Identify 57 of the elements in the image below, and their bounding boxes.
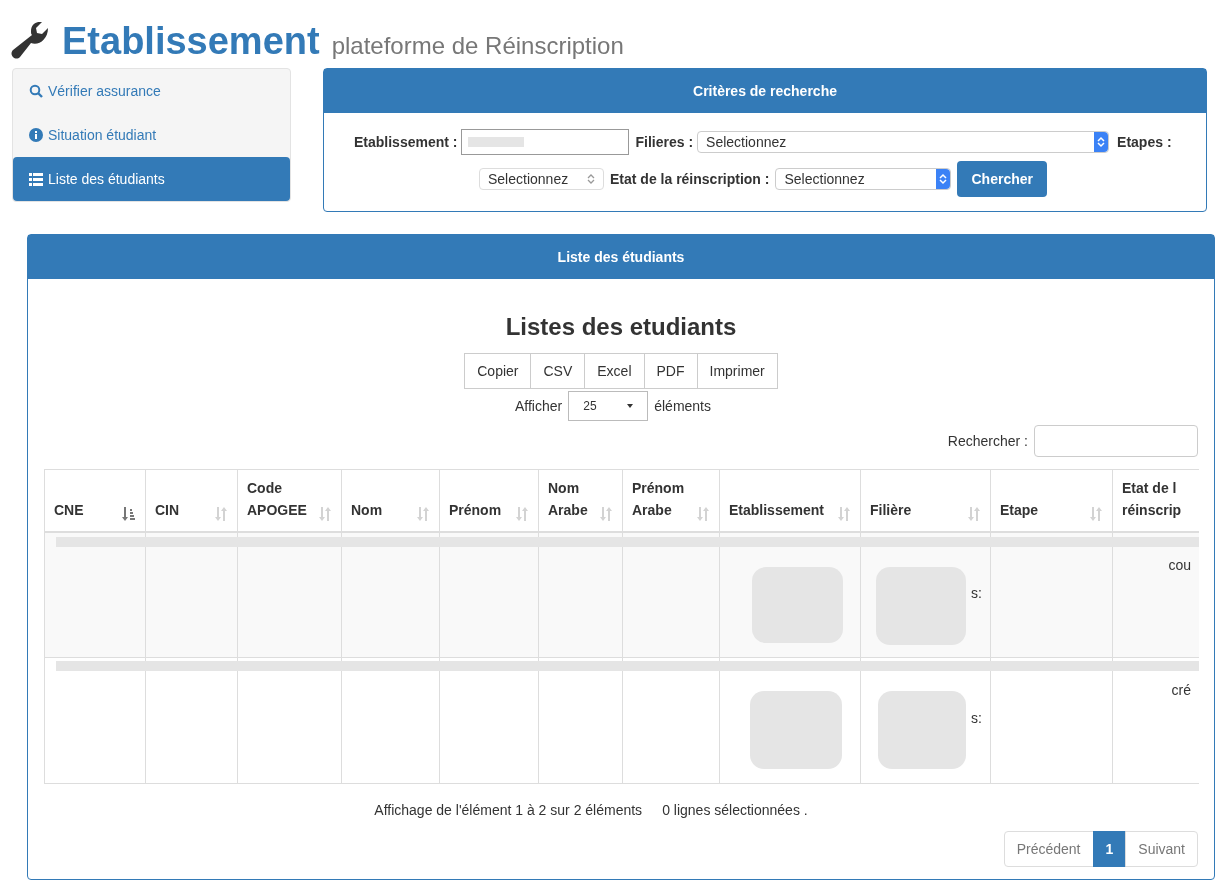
pagination-button[interactable]: Suivant: [1125, 831, 1198, 867]
column-header[interactable]: CIN: [145, 469, 238, 532]
sidebar-item[interactable]: Vérifier assurance: [13, 69, 290, 113]
select-arrows-icon: [936, 169, 951, 189]
list-icon: [29, 172, 43, 186]
length-label: Afficher: [515, 396, 563, 416]
panel-title: Critères de recherche: [693, 81, 837, 101]
list-heading: Listes des etudiants: [505, 315, 737, 339]
search-field[interactable]: [1034, 425, 1198, 457]
select-arrows-icon: [1094, 132, 1109, 152]
selection-info: 0 lignes sélectionnées .: [662, 801, 808, 820]
column-header[interactable]: Prénom: [439, 469, 539, 532]
export-button[interactable]: Imprimer: [696, 353, 778, 389]
select-arrows-icon: [587, 173, 595, 185]
redaction-bar: [468, 137, 525, 147]
info-icon: [29, 128, 43, 142]
sidebar-item[interactable]: Liste des étudiants: [13, 157, 290, 201]
column-header[interactable]: Filière: [860, 469, 991, 532]
caret-icon: [627, 404, 634, 408]
panel-title: Liste des étudiants: [557, 247, 685, 267]
export-button[interactable]: CSV: [530, 353, 586, 389]
column-header[interactable]: Etape: [990, 469, 1113, 532]
length-select[interactable]: 25: [568, 391, 649, 421]
sort-icon[interactable]: [122, 506, 136, 521]
search-button[interactable]: Chercher: [957, 161, 1047, 197]
search-icon: [29, 84, 43, 98]
column-header[interactable]: Etablissement: [719, 469, 861, 532]
etat-select[interactable]: Selectionnez: [775, 168, 952, 190]
cell-text: s:: [971, 583, 982, 603]
page-subtitle: plateforme de Réinscription: [331, 34, 624, 58]
wrench-icon: [10, 22, 50, 60]
pagination-button[interactable]: Précédent: [1003, 831, 1094, 867]
page-title: Etablissement: [62, 22, 320, 60]
field-label: Filieres :: [635, 132, 694, 152]
search-label: Rechercher :: [947, 431, 1028, 451]
export-button[interactable]: PDF: [643, 353, 698, 389]
column-header[interactable]: Code APOGEE: [237, 469, 342, 532]
export-button[interactable]: Copier: [464, 353, 532, 389]
column-header[interactable]: Etat de l réinscrip: [1112, 469, 1199, 532]
field-label: Etapes :: [1117, 132, 1172, 152]
length-label: éléments: [654, 396, 711, 416]
column-header[interactable]: CNE: [44, 469, 146, 532]
column-header[interactable]: Prénom Arabe: [622, 469, 720, 532]
filieres-select[interactable]: Selectionnez: [697, 131, 1110, 153]
column-header[interactable]: Nom: [341, 469, 440, 532]
cell-text: cou: [1168, 555, 1191, 575]
table-info: Affichage de l'élément 1 à 2 sur 2 éléments: [374, 801, 643, 820]
pagination-button[interactable]: 1: [1092, 831, 1127, 867]
etablissement-field[interactable]: [461, 129, 630, 155]
etapes-select[interactable]: Selectionnez: [479, 168, 604, 190]
cell-text: cré: [1171, 681, 1191, 700]
export-button[interactable]: Excel: [584, 353, 645, 389]
column-header[interactable]: Nom Arabe: [538, 469, 623, 532]
field-label: Etablissement :: [354, 132, 458, 152]
sidebar-item[interactable]: Situation étudiant: [13, 113, 290, 157]
field-label: Etat de la réinscription :: [610, 169, 770, 189]
cell-text: s:: [971, 709, 982, 728]
